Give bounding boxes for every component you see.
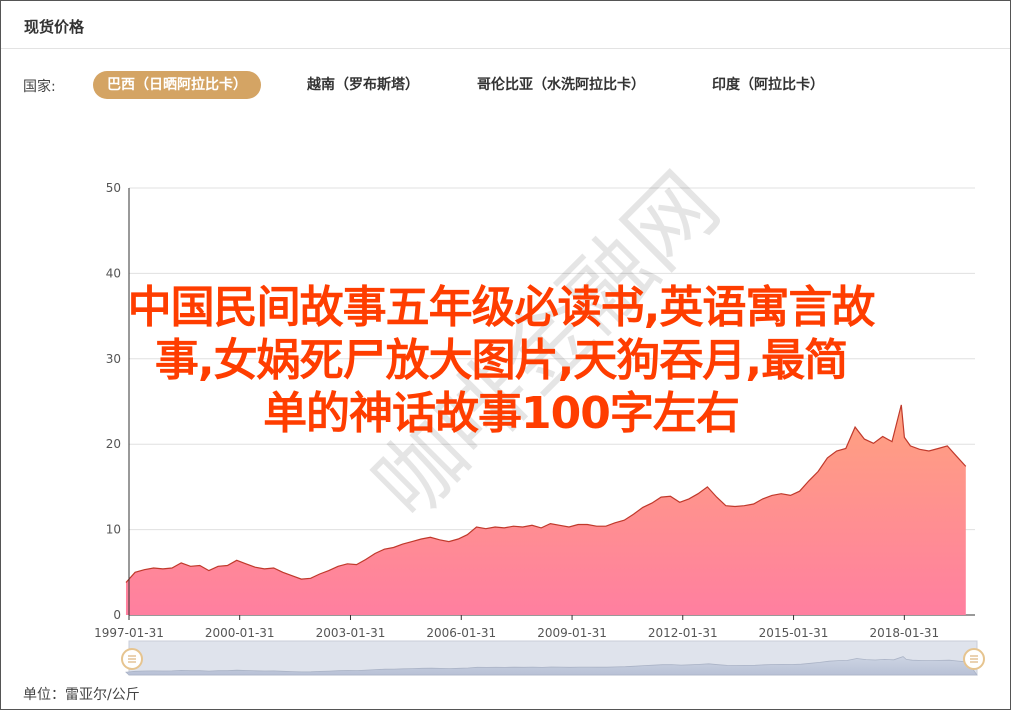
overlay-line-1: 中国民间故事五年级必读书,英语寓言故 [127,282,876,333]
x-tick-label: 2009-01-31 [537,626,607,640]
x-tick-label: 2015-01-31 [759,626,829,640]
overlay-line-2: 事,女娲死尸放大图片,天狗吞月,最简 [154,335,848,386]
x-tick-label: 1997-01-31 [94,626,164,640]
y-tick-label: 0 [113,608,121,622]
x-tick-label: 2003-01-31 [316,626,386,640]
overlay-headline: 中国民间故事五年级必读书,英语寓言故 事,女娲死尸放大图片,天狗吞月,最简 单的… [21,281,981,440]
x-tick-label: 2000-01-31 [205,626,275,640]
unit-label: 单位：雷亚尔/公斤 [23,687,140,703]
x-tick-label: 2006-01-31 [426,626,496,640]
x-tick-label: 2018-01-31 [869,626,939,640]
data-zoom-slider[interactable] [121,640,985,676]
overlay-line-3: 单的神话故事100字左右 [263,388,740,439]
y-tick-label: 50 [106,181,121,195]
x-tick-label: 2012-01-31 [648,626,718,640]
y-tick-label: 40 [106,266,121,280]
y-tick-label: 10 [106,523,121,537]
chart-panel: 现货价格 国家: 巴西（日晒阿拉比卡） 越南（罗布斯塔） 哥伦比亚（水洗阿拉比卡… [0,0,1011,710]
